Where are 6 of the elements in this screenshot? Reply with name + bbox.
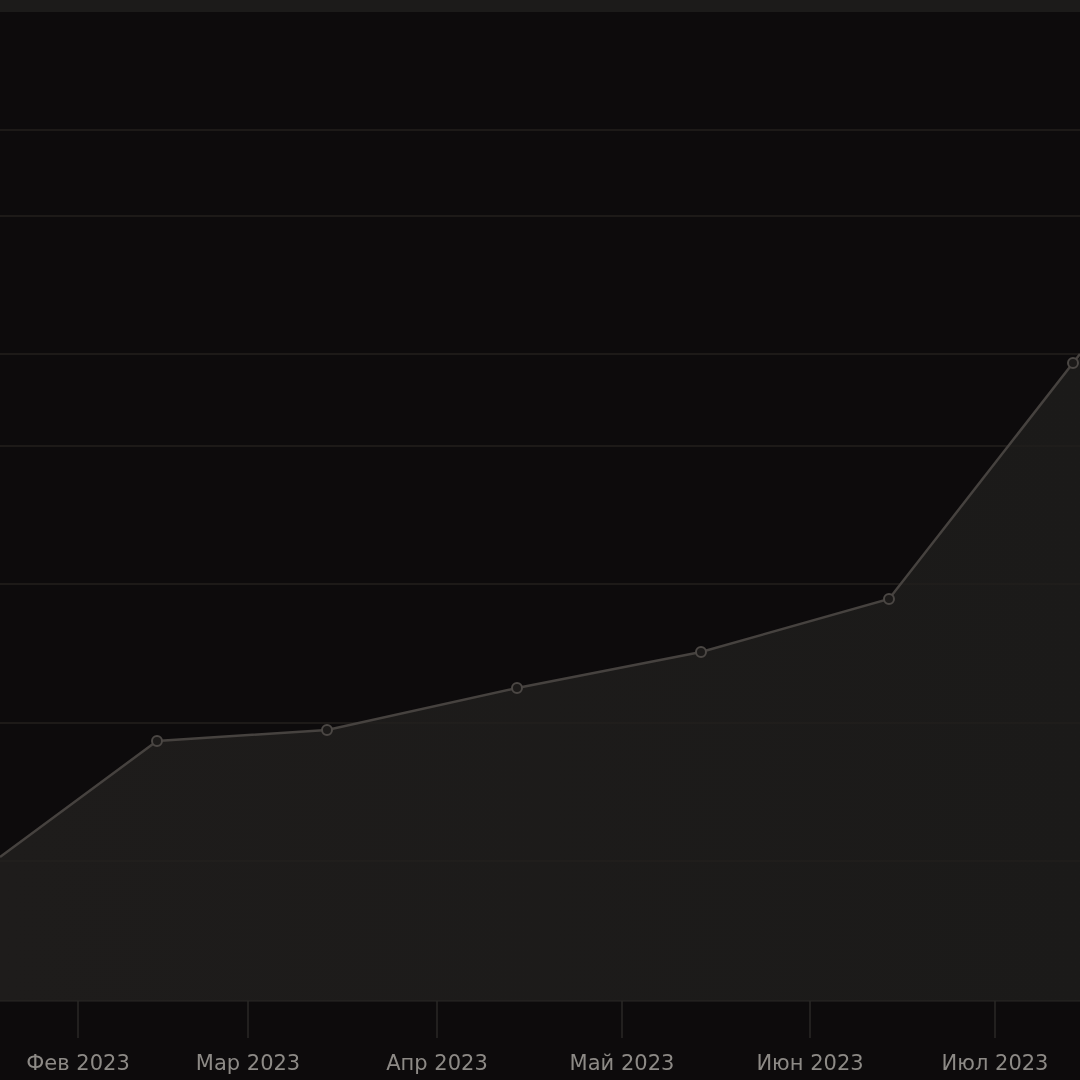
axis-label: Мар 2023 <box>195 1050 301 1077</box>
axis-label: Апр 2023 <box>386 1050 488 1077</box>
axis-label: Фев 2023 <box>26 1050 130 1077</box>
axis-label: Май 2023 <box>569 1050 675 1077</box>
axis-label: Июн 2023 <box>756 1050 864 1077</box>
axis-label: Июл 2023 <box>941 1050 1049 1077</box>
